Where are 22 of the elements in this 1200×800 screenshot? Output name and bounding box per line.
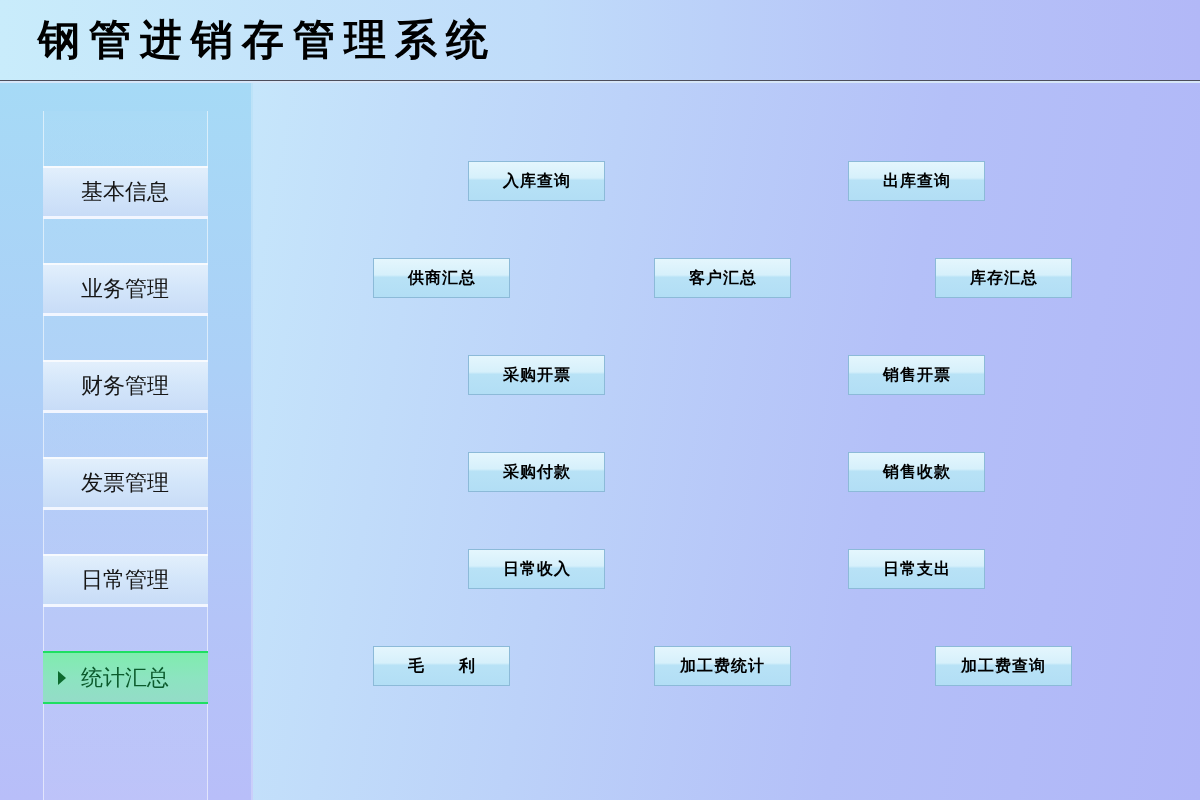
menu-item[interactable]: 业务管理: [43, 263, 208, 316]
action-button[interactable]: 供商汇总: [373, 258, 510, 298]
menu-item[interactable]: 日常管理: [43, 554, 208, 607]
action-button[interactable]: 日常支出: [848, 549, 985, 589]
menu-item[interactable]: 统计汇总: [43, 651, 208, 704]
action-button[interactable]: 销售收款: [848, 452, 985, 492]
menu-item[interactable]: 基本信息: [43, 166, 208, 219]
action-button[interactable]: 客户汇总: [654, 258, 791, 298]
menu-item[interactable]: 发票管理: [43, 457, 208, 510]
triangle-icon: [58, 670, 66, 685]
action-button[interactable]: 采购付款: [468, 452, 605, 492]
action-button[interactable]: 采购开票: [468, 355, 605, 395]
app-title: 钢管进销存管理系统: [38, 14, 497, 66]
menu-item[interactable]: 财务管理: [43, 360, 208, 413]
action-button[interactable]: 加工费统计: [654, 646, 791, 686]
action-button[interactable]: 库存汇总: [935, 258, 1072, 298]
action-button[interactable]: 加工费查询: [935, 646, 1072, 686]
action-button[interactable]: 销售开票: [848, 355, 985, 395]
action-button[interactable]: 入库查询: [468, 161, 605, 201]
action-button[interactable]: 毛 利: [373, 646, 510, 686]
action-button[interactable]: 日常收入: [468, 549, 605, 589]
action-button[interactable]: 出库查询: [848, 161, 985, 201]
